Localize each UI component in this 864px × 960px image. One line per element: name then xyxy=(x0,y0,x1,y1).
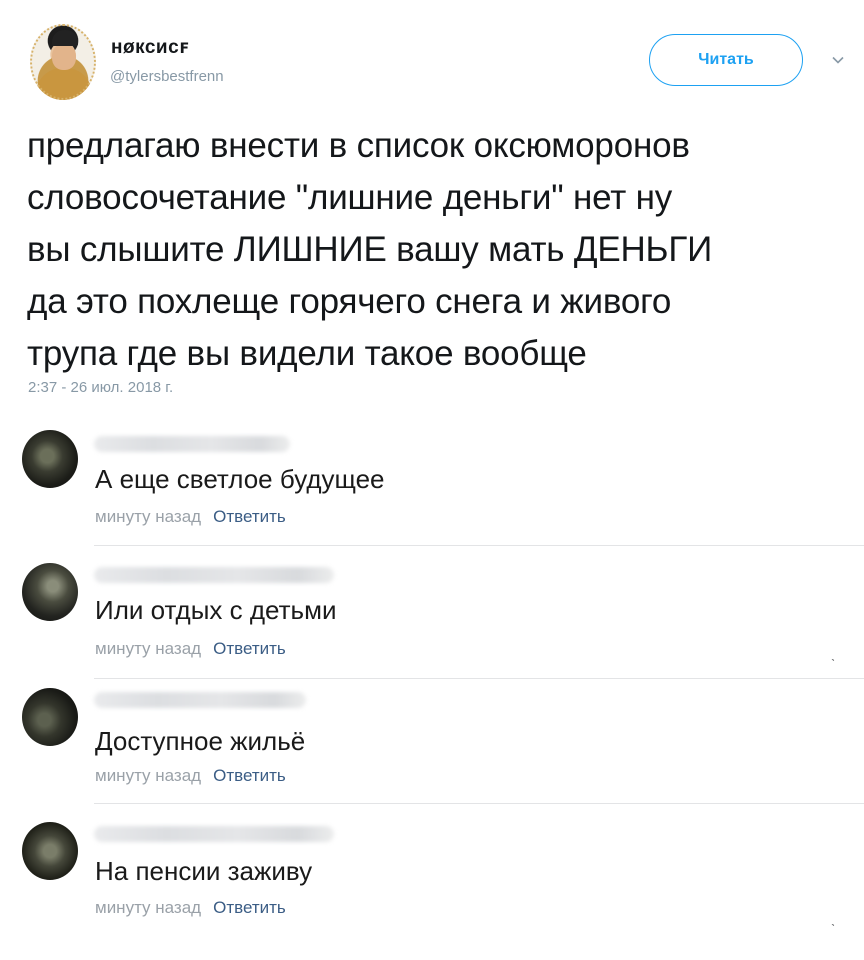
chevron-down-icon[interactable] xyxy=(832,54,844,66)
commenter-name-redacted xyxy=(94,826,334,842)
comment-meta: минуту назад Ответить xyxy=(95,639,286,659)
tweet-line: предлагаю внести в список оксюморонов xyxy=(27,126,690,165)
commenter-avatar[interactable] xyxy=(22,822,78,880)
comment-time: минуту назад xyxy=(95,639,202,658)
tweet-line: словосочетание "лишние деньги" нет ну xyxy=(27,178,673,217)
divider xyxy=(94,803,864,804)
comment-time: минуту назад xyxy=(95,766,202,785)
comment-meta: минуту назад Ответить xyxy=(95,507,286,527)
divider xyxy=(94,678,864,679)
tweet-header: нøксисꜰ @tylersbestfrenn Читать xyxy=(0,0,864,110)
author-name[interactable]: нøксисꜰ xyxy=(111,36,190,59)
tweet-line: да это похлеще горячего снега и живого xyxy=(27,282,672,321)
tweet-line: трупа где вы видели такое вообще xyxy=(27,334,587,373)
comment-text: А еще светлое будущее xyxy=(95,464,385,494)
comment-text: Или отдых с детьми xyxy=(95,595,337,625)
commenter-name-redacted xyxy=(94,692,306,708)
more-icon[interactable]: ˎ xyxy=(831,645,836,661)
reply-link[interactable]: Ответить xyxy=(213,639,286,658)
more-icon[interactable]: ˎ xyxy=(831,910,836,926)
tweet-text: предлагаю внести в список оксюморонов сл… xyxy=(27,120,847,380)
commenter-avatar[interactable] xyxy=(22,430,78,488)
comment-text: Доступное жильё xyxy=(95,726,306,756)
comment-item: Доступное жильё минуту назад Ответить xyxy=(0,684,864,816)
tweet-line: вы слышите ЛИШНИЕ вашу мать ДЕНЬГИ xyxy=(27,230,713,269)
comment-item: На пенсии заживу минуту назад Ответить ˎ xyxy=(0,816,864,948)
comment-meta: минуту назад Ответить xyxy=(95,766,286,786)
comment-meta: минуту назад Ответить xyxy=(95,898,286,918)
tweet-timestamp[interactable]: 2:37 - 26 июл. 2018 г. xyxy=(28,379,173,396)
comment-text: На пенсии заживу xyxy=(95,856,313,886)
divider xyxy=(94,545,864,546)
author-avatar[interactable] xyxy=(30,24,96,100)
reply-link[interactable]: Ответить xyxy=(213,507,286,526)
reply-link[interactable]: Ответить xyxy=(213,898,286,917)
commenter-avatar[interactable] xyxy=(22,563,78,621)
comment-time: минуту назад xyxy=(95,507,202,526)
comment-item: А еще светлое будущее минуту назад Ответи… xyxy=(0,418,864,550)
commenter-avatar[interactable] xyxy=(22,688,78,746)
follow-button[interactable]: Читать xyxy=(649,34,803,86)
commenter-name-redacted xyxy=(94,436,290,452)
commenter-name-redacted xyxy=(94,567,334,583)
reply-link[interactable]: Ответить xyxy=(213,766,286,785)
comment-time: минуту назад xyxy=(95,898,202,917)
author-handle[interactable]: @tylersbestfrenn xyxy=(110,68,224,85)
comment-item: Или отдых с детьми минуту назад Ответить … xyxy=(0,551,864,683)
